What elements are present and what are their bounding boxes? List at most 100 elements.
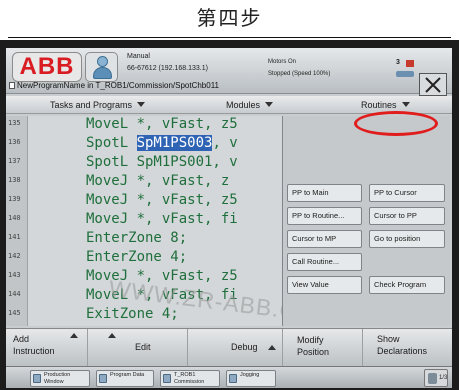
show-declarations-label-1: Show: [377, 334, 400, 344]
line-number: 135: [8, 119, 21, 127]
mechanical-unit-label: 1/3: [439, 375, 448, 381]
jogging-label: Jogging: [240, 372, 260, 378]
code-text-start: MoveJ *, vFast, z5: [86, 192, 238, 208]
add-instruction-label-2: Instruction: [13, 346, 55, 356]
code-text-start: MoveL *, vFast, z5: [86, 116, 238, 132]
abb-logo-text: ABB: [19, 53, 75, 80]
highlight-circle: [354, 111, 438, 136]
code-text-start: MoveL *, vFast, fi: [86, 287, 238, 303]
function-bar: Add Instruction Edit Debug Modify Positi…: [6, 328, 452, 367]
edit-button[interactable]: Edit: [88, 329, 188, 367]
quickset-button[interactable]: 3: [394, 59, 416, 79]
operating-mode: Manual: [127, 53, 150, 60]
editor-icon: [163, 374, 171, 383]
code-line[interactable]: 138 MoveJ *, vFast, z: [6, 173, 282, 190]
cursor-to-mp-button[interactable]: Cursor to MP: [287, 230, 362, 248]
code-line[interactable]: 144 MoveL *, vFast, fi: [6, 287, 282, 304]
quickset-flag-icon: [406, 60, 414, 67]
production-window-tab[interactable]: Production Window: [30, 370, 90, 387]
abb-menu-button[interactable]: ABB: [12, 52, 82, 82]
pp-to-main-button[interactable]: PP to Main: [287, 184, 362, 202]
show-declarations-label-2: Declarations: [377, 346, 428, 356]
mechanical-unit-button[interactable]: 1/3: [424, 369, 448, 387]
close-button[interactable]: [419, 73, 447, 96]
chevron-up-icon: [70, 333, 78, 338]
code-text: MoveJ *, vFast, z5: [86, 192, 238, 209]
line-number: 137: [8, 157, 21, 165]
go-to-position-button[interactable]: Go to position: [369, 230, 445, 248]
code-text: MoveL *, vFast, fi: [86, 287, 238, 304]
cursor-to-pp-button[interactable]: Cursor to PP: [369, 207, 445, 225]
chevron-down-icon: [401, 102, 410, 107]
line-number: 144: [8, 290, 21, 298]
caption-divider: [8, 37, 451, 38]
routines-label: Routines: [361, 100, 397, 110]
robot-icon: [428, 373, 437, 384]
modify-position-button[interactable]: Modify Position: [283, 329, 363, 367]
code-line[interactable]: 145 ExitZone 4;: [6, 306, 282, 323]
jogging-tab[interactable]: Jogging: [226, 370, 276, 387]
add-instruction-label-1: Add: [13, 334, 30, 344]
code-line[interactable]: 142 EnterZone 4;: [6, 249, 282, 266]
modules-menu[interactable]: Modules: [226, 96, 274, 114]
code-text-start: SpotL: [86, 135, 137, 151]
code-line[interactable]: 137 SpotL SpM1PS001, v: [6, 154, 282, 171]
code-text-start: MoveJ *, vFast, z5: [86, 268, 238, 284]
t-rob1-tab[interactable]: T_ROB1 Commission: [160, 370, 220, 387]
code-line[interactable]: 135 MoveL *, vFast, z5: [6, 116, 282, 133]
flexpendant-screen: ABB Manual 66-67612 (192.168.133.1) Moto…: [6, 48, 452, 388]
code-text-start: MoveJ *, vFast, fi: [86, 211, 238, 227]
edit-label: Edit: [135, 342, 151, 352]
code-editor[interactable]: 135 MoveL *, vFast, z5 136 SpotL SpM1PS003,…: [6, 116, 282, 326]
show-declarations-button[interactable]: Show Declarations: [363, 329, 452, 367]
close-icon: [425, 76, 441, 93]
code-line[interactable]: 140 MoveJ *, vFast, fi: [6, 211, 282, 228]
code-text-start: MoveJ *, vFast, z: [86, 173, 230, 189]
page-caption: 第四步: [196, 6, 263, 30]
debug-popup-menu: PP to Main PP to Cursor PP to Routine...…: [282, 116, 450, 326]
motors-status: Motors On: [268, 59, 297, 65]
code-text: MoveL *, vFast, z5: [86, 116, 238, 133]
line-number: 138: [8, 176, 21, 184]
program-state: Stopped (Speed 100%): [268, 71, 331, 77]
pp-to-routine-button[interactable]: PP to Routine...: [287, 207, 362, 225]
check-program-button[interactable]: Check Program: [369, 276, 445, 294]
program-path: NewProgramName in T_ROB1/Commission/Spot…: [9, 81, 219, 90]
tasks-label: Tasks and Programs: [50, 100, 133, 110]
program-data-icon: [99, 374, 107, 383]
code-text: MoveJ *, vFast, fi: [86, 211, 238, 228]
taskbar: Production Window Program Data T_ROB1 Co…: [6, 366, 452, 388]
code-line[interactable]: 136 SpotL SpM1PS003, v: [6, 135, 282, 152]
jogging-icon: [229, 374, 237, 383]
code-text: MoveJ *, vFast, z5: [86, 268, 238, 285]
call-routine-button[interactable]: Call Routine...: [287, 253, 362, 271]
code-line[interactable]: 141 EnterZone 8;: [6, 230, 282, 247]
debug-button[interactable]: Debug: [188, 329, 283, 367]
selected-argument[interactable]: SpM1PS003: [136, 135, 213, 151]
line-number: 136: [8, 138, 21, 146]
view-value-button[interactable]: View Value: [287, 276, 362, 294]
code-text: EnterZone 4;: [86, 249, 187, 266]
modify-position-label-1: Modify: [297, 335, 324, 345]
chevron-up-icon: [108, 333, 116, 338]
line-number: 142: [8, 252, 21, 260]
line-number: 143: [8, 271, 21, 279]
add-instruction-button[interactable]: Add Instruction: [6, 329, 88, 367]
controller-name: 66-67612 (192.168.133.1): [127, 65, 208, 72]
user-icon[interactable]: [85, 52, 118, 82]
line-number: 145: [8, 309, 21, 317]
production-label: Production Window: [44, 372, 71, 385]
code-text-start: EnterZone 4;: [86, 249, 188, 265]
program-data-tab[interactable]: Program Data: [96, 370, 154, 387]
code-line[interactable]: 139 MoveJ *, vFast, z5: [6, 192, 282, 209]
tasks-and-programs-menu[interactable]: Tasks and Programs: [50, 96, 146, 114]
t-rob1-label: T_ROB1 Commission: [174, 372, 205, 385]
quickset-value: 3: [396, 59, 400, 66]
code-line[interactable]: 143 MoveJ *, vFast, z5: [6, 268, 282, 285]
code-text-start: ExitZone 4;: [86, 306, 179, 322]
code-text: ExitZone 4;: [86, 306, 179, 323]
program-doc-icon: [9, 82, 15, 89]
program-path-text: NewProgramName in T_ROB1/Commission/Spot…: [17, 81, 220, 90]
pp-to-cursor-button[interactable]: PP to Cursor: [369, 184, 445, 202]
code-text: SpotL SpM1PS003, v: [86, 135, 238, 152]
